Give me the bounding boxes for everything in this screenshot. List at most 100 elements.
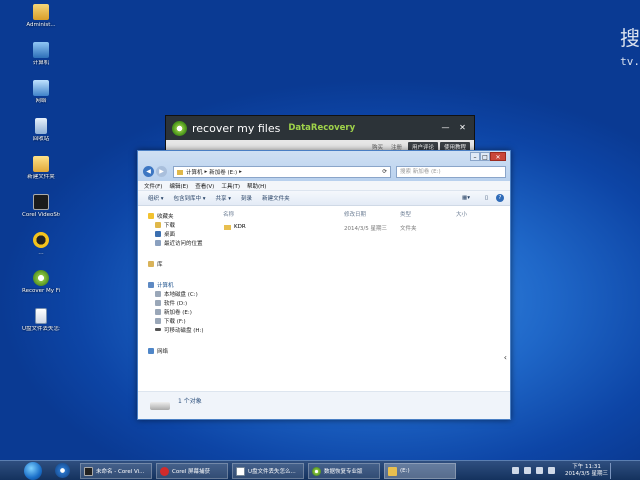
nav-drive-d[interactable]: 软件 (D:)	[148, 298, 218, 307]
watermark-text: 搜	[620, 26, 640, 50]
column-name[interactable]: 名称	[223, 210, 234, 218]
column-date[interactable]: 修改日期	[344, 210, 366, 218]
nav-library[interactable]: 库	[148, 259, 218, 268]
flag-tray-icon[interactable]	[548, 467, 555, 474]
nav-drive-d-label: 软件 (D:)	[164, 300, 188, 307]
nav-favorites[interactable]: 收藏夹	[148, 211, 218, 220]
maximize-button[interactable]: □	[480, 152, 490, 161]
folder-small-icon	[177, 169, 183, 175]
details-pane: 1 个对象	[138, 391, 510, 419]
nav-drive-h[interactable]: 可移动磁盘 (H:)	[148, 325, 218, 334]
nav-downloads-label: 下载	[164, 222, 176, 229]
recover-title-bar[interactable]: recover my files DataRecovery	[166, 116, 474, 140]
taskbar-item-recovery[interactable]: 数据恢复专业版	[308, 463, 380, 479]
forward-button[interactable]: ▶	[156, 166, 167, 177]
recover-minimize-button[interactable]: —	[439, 122, 452, 133]
desktop-icon-qq[interactable]: …	[22, 232, 60, 266]
new-folder-button[interactable]: 新建文件夹	[262, 194, 290, 202]
command-bar: 组织 ▾ 包含到库中 ▾ 共享 ▾ 刻录 新建文件夹 ▦▾ ▯ ?	[138, 191, 510, 206]
drive-icon	[155, 317, 161, 324]
desktop-icon-new-folder[interactable]: 新建文件夹	[22, 156, 60, 190]
taskbar-item-label: 数据恢复专业版	[324, 469, 363, 475]
menu-bar: 文件(F) 编辑(E) 查看(V) 工具(T) 帮助(H)	[138, 181, 510, 191]
volume-tray-icon[interactable]	[536, 467, 543, 474]
explorer-window[interactable]: – □ ✕ ◀ ▶ 计算机 ▸ 新加卷 (E:) ▸ ⟳ 搜索 新加卷 (E:)…	[137, 150, 511, 420]
nav-computer[interactable]: 计算机	[148, 280, 218, 289]
menu-view[interactable]: 查看(V)	[195, 182, 214, 190]
refresh-icon[interactable]: ⟳	[382, 169, 387, 175]
column-type[interactable]: 类型	[400, 210, 411, 218]
include-in-library-button[interactable]: 包含到库中 ▾	[174, 194, 206, 202]
close-button[interactable]: ✕	[490, 152, 506, 161]
recover-subtitle: DataRecovery	[288, 123, 356, 133]
start-button[interactable]	[24, 462, 42, 480]
back-button[interactable]: ◀	[143, 166, 154, 177]
search-input[interactable]: 搜索 新加卷 (E:)	[396, 166, 506, 178]
desktop-icon-document[interactable]: U盘文件丢失怎么办...	[22, 308, 60, 342]
breadcrumb-sep-icon: ▸	[239, 169, 242, 175]
taskbar-item-label: 未命名 - Corel Vi...	[96, 469, 145, 475]
taskbar-item-corel-capture[interactable]: Corel 屏幕捕获	[156, 463, 228, 479]
desktop-folder-icon	[155, 230, 161, 237]
network-tray-icon[interactable]	[524, 467, 531, 474]
menu-tools[interactable]: 工具(T)	[221, 182, 240, 190]
help-icon[interactable]: ?	[496, 194, 504, 202]
nav-drive-f-label: 下载 (F:)	[164, 318, 186, 325]
clock[interactable]: 下午 11:31 2014/3/5 星期三	[565, 464, 608, 478]
breadcrumb-computer[interactable]: 计算机	[186, 168, 203, 176]
desktop-icon-label: 网络	[35, 98, 47, 104]
document-icon	[35, 308, 47, 324]
nav-computer-label: 计算机	[157, 282, 174, 289]
file-date: 2014/3/5 星期三	[344, 226, 387, 232]
taskbar-item-document[interactable]: U盘文件丢失怎么...	[232, 463, 304, 479]
file-row[interactable]: KDR 2014/3/5 星期三 文件夹	[220, 224, 510, 232]
burn-button[interactable]: 刻录	[241, 194, 252, 202]
pinned-app-icon[interactable]	[55, 463, 70, 478]
minimize-button[interactable]: –	[470, 152, 480, 161]
menu-file[interactable]: 文件(F)	[144, 182, 162, 190]
nav-drive-f[interactable]: 下载 (F:)	[148, 316, 218, 325]
collapse-chevron-icon[interactable]: ‹	[504, 353, 507, 362]
user-folder-icon	[33, 4, 49, 20]
nav-drive-c-label: 本地磁盘 (C:)	[164, 291, 198, 298]
desktop-icon-corel[interactable]: Corel VideoStudi...	[22, 194, 60, 228]
clock-time: 下午 11:31	[572, 464, 601, 470]
desktop-icon-label: 新建文件夹	[27, 174, 55, 180]
nav-drive-c[interactable]: 本地磁盘 (C:)	[148, 289, 218, 298]
drive-large-icon	[150, 402, 170, 410]
nav-downloads[interactable]: 下载	[148, 220, 218, 229]
taskbar-item-explorer[interactable]: (E:)	[384, 463, 456, 479]
drive-icon	[155, 299, 161, 306]
breadcrumb-drive-e[interactable]: 新加卷 (E:)	[209, 168, 237, 176]
taskbar-item-corel-vs[interactable]: 未命名 - Corel Vi...	[80, 463, 152, 479]
nav-network[interactable]: 网络	[148, 346, 218, 355]
share-button[interactable]: 共享 ▾	[216, 194, 232, 202]
desktop-icon-computer[interactable]: 计算机	[22, 42, 60, 76]
organize-button[interactable]: 组织 ▾	[148, 194, 164, 202]
menu-edit[interactable]: 编辑(E)	[169, 182, 188, 190]
recover-my-files-window[interactable]: recover my files DataRecovery — ✕ 购买 注册 …	[165, 115, 475, 155]
desktop-icon-label: …	[38, 250, 44, 256]
desktop-icon-recover-my-files[interactable]: Recover My Files	[22, 270, 60, 304]
desktop-icon-network[interactable]: 网络	[22, 80, 60, 114]
nav-recent[interactable]: 最近访问的位置	[148, 238, 218, 247]
nav-drive-e[interactable]: 新加卷 (E:)	[148, 307, 218, 316]
desktop-icon-administrator[interactable]: Administ...	[22, 4, 60, 38]
column-size[interactable]: 大小	[456, 210, 467, 218]
explorer-title-bar[interactable]: – □ ✕ ◀ ▶ 计算机 ▸ 新加卷 (E:) ▸ ⟳ 搜索 新加卷 (E:)	[138, 151, 510, 181]
object-count: 1 个对象	[178, 398, 202, 405]
nav-desktop-label: 桌面	[164, 231, 176, 238]
show-desktop-button[interactable]	[610, 463, 618, 479]
nav-desktop[interactable]: 桌面	[148, 229, 218, 238]
recover-close-button[interactable]: ✕	[456, 122, 469, 133]
menu-help[interactable]: 帮助(H)	[247, 182, 266, 190]
desktop-icon-label: 计算机	[32, 60, 50, 66]
desktop-icon-label: 回收站	[32, 136, 50, 142]
folder-icon	[33, 156, 49, 172]
view-options-icon[interactable]: ▦▾	[462, 195, 470, 201]
address-bar[interactable]: 计算机 ▸ 新加卷 (E:) ▸ ⟳	[173, 166, 391, 178]
desktop-icon-recycle-bin[interactable]: 回收站	[22, 118, 60, 152]
preview-pane-icon[interactable]: ▯	[485, 195, 488, 201]
tray-arrow-icon[interactable]	[512, 467, 519, 474]
file-list: 名称 修改日期 类型 大小 KDR 2014/3/5 星期三 文件夹 ‹	[220, 207, 510, 419]
